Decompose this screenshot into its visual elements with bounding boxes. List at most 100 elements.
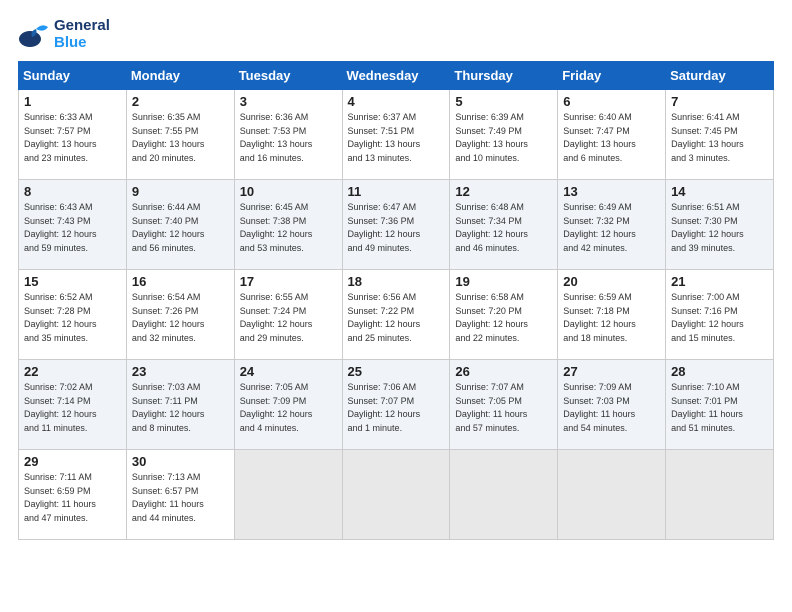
day-number: 5 [455, 94, 552, 109]
calendar-header-friday: Friday [558, 62, 666, 90]
day-info: Sunrise: 7:07 AMSunset: 7:05 PMDaylight:… [455, 381, 552, 435]
calendar-week-row: 1 Sunrise: 6:33 AMSunset: 7:57 PMDaylight… [19, 90, 774, 180]
calendar-cell [558, 450, 666, 540]
day-number: 14 [671, 184, 768, 199]
day-number: 3 [240, 94, 337, 109]
calendar-cell: 25Sunrise: 7:06 AMSunset: 7:07 PMDayligh… [342, 360, 450, 450]
calendar-header-row: SundayMondayTuesdayWednesdayThursdayFrid… [19, 62, 774, 90]
calendar-cell: 2 Sunrise: 6:35 AMSunset: 7:55 PMDaylight… [126, 90, 234, 180]
calendar-header-tuesday: Tuesday [234, 62, 342, 90]
day-info: Sunrise: 7:06 AMSunset: 7:07 PMDaylight:… [348, 381, 445, 435]
day-info: Sunrise: 6:58 AMSunset: 7:20 PMDaylight:… [455, 291, 552, 345]
calendar-cell: 17 Sunrise: 6:55 AMSunset: 7:24 PMDayligh… [234, 270, 342, 360]
calendar-cell: 21 Sunrise: 7:00 AMSunset: 7:16 PMDayligh… [666, 270, 774, 360]
calendar-cell: 3 Sunrise: 6:36 AMSunset: 7:53 PMDaylight… [234, 90, 342, 180]
day-info: Sunrise: 6:55 AMSunset: 7:24 PMDaylight:… [240, 291, 337, 345]
calendar-cell [666, 450, 774, 540]
day-info: Sunrise: 6:59 AMSunset: 7:18 PMDaylight:… [563, 291, 660, 345]
day-info: Sunrise: 6:44 AMSunset: 7:40 PMDaylight:… [132, 201, 229, 255]
day-info: Sunrise: 7:02 AMSunset: 7:14 PMDaylight:… [24, 381, 121, 435]
calendar-cell: 23Sunrise: 7:03 AMSunset: 7:11 PMDayligh… [126, 360, 234, 450]
day-number: 29 [24, 454, 121, 469]
day-number: 9 [132, 184, 229, 199]
calendar-cell: 12 Sunrise: 6:48 AMSunset: 7:34 PMDayligh… [450, 180, 558, 270]
calendar-cell: 14 Sunrise: 6:51 AMSunset: 7:30 PMDayligh… [666, 180, 774, 270]
day-info: Sunrise: 6:45 AMSunset: 7:38 PMDaylight:… [240, 201, 337, 255]
day-info: Sunrise: 6:35 AMSunset: 7:55 PMDaylight:… [132, 111, 229, 165]
day-info: Sunrise: 6:51 AMSunset: 7:30 PMDaylight:… [671, 201, 768, 255]
day-number: 18 [348, 274, 445, 289]
day-info: Sunrise: 7:05 AMSunset: 7:09 PMDaylight:… [240, 381, 337, 435]
calendar-cell: 20 Sunrise: 6:59 AMSunset: 7:18 PMDayligh… [558, 270, 666, 360]
day-number: 7 [671, 94, 768, 109]
calendar-cell: 26 Sunrise: 7:07 AMSunset: 7:05 PMDayligh… [450, 360, 558, 450]
calendar-cell: 15Sunrise: 6:52 AMSunset: 7:28 PMDayligh… [19, 270, 127, 360]
day-number: 11 [348, 184, 445, 199]
day-info: Sunrise: 6:54 AMSunset: 7:26 PMDaylight:… [132, 291, 229, 345]
calendar-week-row: 29 Sunrise: 7:11 AMSunset: 6:59 PMDayligh… [19, 450, 774, 540]
day-info: Sunrise: 6:47 AMSunset: 7:36 PMDaylight:… [348, 201, 445, 255]
calendar-header-sunday: Sunday [19, 62, 127, 90]
day-number: 30 [132, 454, 229, 469]
calendar-cell: 27 Sunrise: 7:09 AMSunset: 7:03 PMDayligh… [558, 360, 666, 450]
calendar-cell: 9 Sunrise: 6:44 AMSunset: 7:40 PMDaylight… [126, 180, 234, 270]
day-info: Sunrise: 6:49 AMSunset: 7:32 PMDaylight:… [563, 201, 660, 255]
day-number: 1 [24, 94, 121, 109]
day-info: Sunrise: 6:33 AMSunset: 7:57 PMDaylight:… [24, 111, 121, 165]
logo: General Blue [18, 18, 110, 51]
calendar-cell: 10 Sunrise: 6:45 AMSunset: 7:38 PMDayligh… [234, 180, 342, 270]
day-number: 13 [563, 184, 660, 199]
calendar-cell: 11 Sunrise: 6:47 AMSunset: 7:36 PMDayligh… [342, 180, 450, 270]
day-number: 27 [563, 364, 660, 379]
day-info: Sunrise: 6:52 AMSunset: 7:28 PMDaylight:… [24, 291, 121, 345]
calendar-cell: 7 Sunrise: 6:41 AMSunset: 7:45 PMDaylight… [666, 90, 774, 180]
calendar-cell: 6Sunrise: 6:40 AMSunset: 7:47 PMDaylight… [558, 90, 666, 180]
calendar-cell: 22 Sunrise: 7:02 AMSunset: 7:14 PMDayligh… [19, 360, 127, 450]
calendar-header-wednesday: Wednesday [342, 62, 450, 90]
logo-bird-icon [18, 19, 50, 51]
day-info: Sunrise: 6:56 AMSunset: 7:22 PMDaylight:… [348, 291, 445, 345]
calendar-cell: 4Sunrise: 6:37 AMSunset: 7:51 PMDaylight… [342, 90, 450, 180]
day-info: Sunrise: 7:00 AMSunset: 7:16 PMDaylight:… [671, 291, 768, 345]
day-info: Sunrise: 6:36 AMSunset: 7:53 PMDaylight:… [240, 111, 337, 165]
calendar-body: 1 Sunrise: 6:33 AMSunset: 7:57 PMDaylight… [19, 90, 774, 540]
calendar-cell: 29 Sunrise: 7:11 AMSunset: 6:59 PMDayligh… [19, 450, 127, 540]
day-info: Sunrise: 7:10 AMSunset: 7:01 PMDaylight:… [671, 381, 768, 435]
day-number: 21 [671, 274, 768, 289]
calendar-week-row: 22 Sunrise: 7:02 AMSunset: 7:14 PMDayligh… [19, 360, 774, 450]
calendar-cell: 13 Sunrise: 6:49 AMSunset: 7:32 PMDayligh… [558, 180, 666, 270]
calendar-cell [450, 450, 558, 540]
calendar-header-saturday: Saturday [666, 62, 774, 90]
day-number: 22 [24, 364, 121, 379]
calendar-header-thursday: Thursday [450, 62, 558, 90]
calendar-table: SundayMondayTuesdayWednesdayThursdayFrid… [18, 61, 774, 540]
calendar-week-row: 15Sunrise: 6:52 AMSunset: 7:28 PMDayligh… [19, 270, 774, 360]
day-number: 8 [24, 184, 121, 199]
day-number: 20 [563, 274, 660, 289]
day-number: 28 [671, 364, 768, 379]
day-info: Sunrise: 6:43 AMSunset: 7:43 PMDaylight:… [24, 201, 121, 255]
day-info: Sunrise: 6:41 AMSunset: 7:45 PMDaylight:… [671, 111, 768, 165]
calendar-cell: 1 Sunrise: 6:33 AMSunset: 7:57 PMDaylight… [19, 90, 127, 180]
header: General Blue [18, 18, 774, 51]
day-number: 6 [563, 94, 660, 109]
calendar-cell: 28 Sunrise: 7:10 AMSunset: 7:01 PMDayligh… [666, 360, 774, 450]
day-number: 2 [132, 94, 229, 109]
day-number: 24 [240, 364, 337, 379]
day-number: 26 [455, 364, 552, 379]
day-info: Sunrise: 6:48 AMSunset: 7:34 PMDaylight:… [455, 201, 552, 255]
calendar-cell: 16 Sunrise: 6:54 AMSunset: 7:26 PMDayligh… [126, 270, 234, 360]
day-number: 16 [132, 274, 229, 289]
calendar-cell: 24 Sunrise: 7:05 AMSunset: 7:09 PMDayligh… [234, 360, 342, 450]
calendar-cell: 18 Sunrise: 6:56 AMSunset: 7:22 PMDayligh… [342, 270, 450, 360]
day-number: 19 [455, 274, 552, 289]
calendar-cell: 8 Sunrise: 6:43 AMSunset: 7:43 PMDaylight… [19, 180, 127, 270]
day-info: Sunrise: 7:09 AMSunset: 7:03 PMDaylight:… [563, 381, 660, 435]
day-number: 4 [348, 94, 445, 109]
calendar-header-monday: Monday [126, 62, 234, 90]
day-number: 17 [240, 274, 337, 289]
day-number: 10 [240, 184, 337, 199]
page: General Blue SundayMondayTuesdayWednesda… [0, 0, 792, 550]
day-number: 12 [455, 184, 552, 199]
day-info: Sunrise: 7:11 AMSunset: 6:59 PMDaylight:… [24, 471, 121, 525]
